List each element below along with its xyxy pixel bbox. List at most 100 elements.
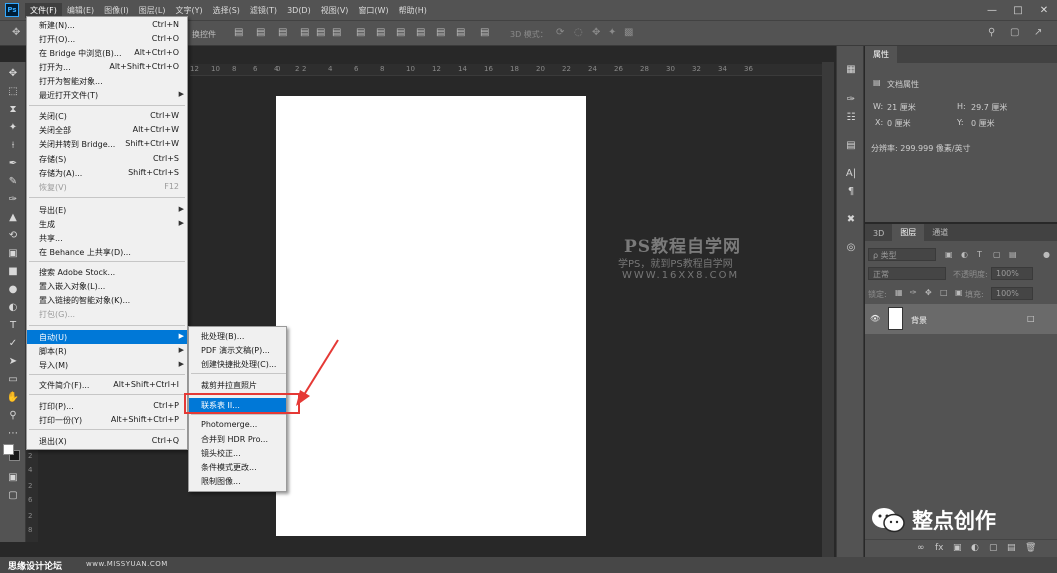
align-hcenter-icon[interactable]: ▤ [316,27,325,38]
submenu-item-create-droplet[interactable]: 创建快捷批处理(C)... [189,357,286,371]
menu-item-file-info[interactable]: 文件简介(F)... Alt+Shift+Ctrl+I [27,378,187,392]
menu-item-close[interactable]: 关闭(C) Ctrl+W [27,109,187,123]
lock-artboard-icon[interactable]: □ [940,288,948,297]
lock-transparent-icon[interactable]: ▦ [895,288,903,297]
eyedropper-tool-icon[interactable]: ✒ [4,156,22,171]
new-layer-icon[interactable]: ▤ [1007,543,1016,553]
history-panel-icon[interactable]: ▦ [843,62,859,76]
menu-item-search-stock[interactable]: 搜索 Adobe Stock... [27,265,187,279]
tab-properties[interactable]: 属性 [865,46,897,63]
clone-source-icon[interactable]: ▤ [843,138,859,152]
zoom-tool-icon[interactable]: ⚲ [4,408,22,423]
brush-panel-icon[interactable]: ✑ [843,92,859,106]
menu-filter[interactable]: 滤镜(T) [245,3,282,18]
share-icon[interactable]: ↗ [1034,27,1042,38]
x-value[interactable]: 0 厘米 [887,118,911,129]
workspace-icon[interactable]: ▢ [1010,27,1019,38]
3d-pan-icon[interactable]: ✥ [592,27,600,38]
width-value[interactable]: 21 厘米 [887,102,916,113]
menu-3d[interactable]: 3D(D) [282,4,316,17]
lasso-tool-icon[interactable]: ⧗ [4,102,22,117]
tool-presets-icon[interactable]: ✖ [843,212,859,226]
move-tool-icon[interactable]: ✥ [4,66,22,81]
brush-settings-icon[interactable]: ☷ [843,110,859,124]
filter-type-icon[interactable]: T [977,250,982,259]
submenu-item-fit-image[interactable]: 限制图像... [189,474,286,488]
vertical-scrollbar[interactable] [822,62,834,557]
more-tools-icon[interactable]: ⋯ [4,426,22,441]
3d-orbit-icon[interactable]: ⟳ [556,27,564,38]
menu-item-export[interactable]: 导出(E) ▶ [27,203,187,217]
align-right-icon[interactable]: ▤ [332,27,341,38]
menu-select[interactable]: 选择(S) [208,3,245,18]
filter-pixel-icon[interactable]: ▣ [945,250,953,259]
filter-shape-icon[interactable]: ▢ [993,250,1001,259]
lock-pixels-icon[interactable]: ✑ [910,288,917,297]
menu-item-close-all[interactable]: 关闭全部 Alt+Ctrl+W [27,123,187,137]
quick-select-tool-icon[interactable]: ✦ [4,120,22,135]
menu-item-print[interactable]: 打印(P)... Ctrl+P [27,399,187,413]
submenu-item-conditional-mode[interactable]: 条件模式更改... [189,460,286,474]
align-bottom-icon[interactable]: ▤ [278,27,287,38]
menu-item-open[interactable]: 打开(O)... Ctrl+O [27,32,187,46]
menu-item-share[interactable]: 共享... [27,231,187,245]
menu-item-recent[interactable]: 最近打开文件(T) ▶ [27,88,187,102]
quick-mask-icon[interactable]: ▣ [4,470,22,485]
3d-roll-icon[interactable]: ◌ [574,27,583,38]
pen-tool-icon[interactable]: ✓ [4,336,22,351]
healing-brush-icon[interactable]: ✎ [4,174,22,189]
link-layers-icon[interactable]: ∞ [917,543,925,553]
submenu-item-photomerge[interactable]: Photomerge... [189,418,286,432]
gradient-tool-icon[interactable]: ■ [4,264,22,279]
menu-help[interactable]: 帮助(H) [394,3,432,18]
foreground-color-swatch[interactable] [3,444,14,455]
3d-slide-icon[interactable]: ✦ [608,27,616,38]
layer-name[interactable]: 背景 [911,315,927,326]
menu-item-open-smart-object[interactable]: 打开为智能对象... [27,74,187,88]
distribute-right-icon[interactable]: ▤ [456,27,465,38]
menu-item-open-as[interactable]: 打开为... Alt+Shift+Ctrl+O [27,60,187,74]
layer-row-background[interactable]: 👁 背景 □ [865,304,1057,334]
submenu-item-merge-hdr[interactable]: 合并到 HDR Pro... [189,432,286,446]
distribute-bottom-icon[interactable]: ▤ [396,27,405,38]
menu-item-import[interactable]: 导入(M) ▶ [27,358,187,372]
menu-item-exit[interactable]: 退出(X) Ctrl+Q [27,434,187,448]
auto-align-icon[interactable]: ▤ [480,27,489,38]
eraser-tool-icon[interactable]: ▣ [4,246,22,261]
path-select-icon[interactable]: ➤ [4,354,22,369]
menu-item-save-as[interactable]: 存储为(A)... Shift+Ctrl+S [27,166,187,180]
height-value[interactable]: 29.7 厘米 [971,102,1007,113]
menu-item-scripts[interactable]: 脚本(R) ▶ [27,344,187,358]
3d-scale-icon[interactable]: ▩ [624,27,633,38]
stamp-tool-icon[interactable]: ▲ [4,210,22,225]
document-page[interactable] [276,96,586,536]
submenu-item-crop-straighten[interactable]: 裁剪并拉直照片 [189,378,286,392]
type-tool-icon[interactable]: T [4,318,22,333]
character-panel-icon[interactable]: A| [843,166,859,180]
move-tool-icon[interactable]: ✥ [12,27,20,38]
lock-all-icon[interactable]: ▣ [955,288,963,297]
distribute-left-icon[interactable]: ▤ [416,27,425,38]
search-icon[interactable]: ⚲ [988,27,995,38]
marquee-tool-icon[interactable]: ⬚ [4,84,22,99]
filter-toggle-icon[interactable]: ● [1043,250,1050,259]
shape-tool-icon[interactable]: ▭ [4,372,22,387]
opacity-input[interactable]: 100% [991,267,1033,280]
hand-tool-icon[interactable]: ✋ [4,390,22,405]
submenu-item-pdf-presentation[interactable]: PDF 演示文稿(P)... [189,343,286,357]
submenu-item-batch[interactable]: 批处理(B)... [189,329,286,343]
menu-item-close-go-bridge[interactable]: 关闭并转到 Bridge... Shift+Ctrl+W [27,137,187,151]
distribute-vcenter-icon[interactable]: ▤ [376,27,385,38]
align-top-icon[interactable]: ▤ [234,27,243,38]
menu-item-package[interactable]: 打包(G)... [27,307,187,321]
menu-item-place-linked[interactable]: 置入链接的智能对象(K)... [27,293,187,307]
tab-channels[interactable]: 通道 [924,224,956,241]
layer-filter-dropdown[interactable]: ρ 类型 [868,248,936,261]
tab-3d[interactable]: 3D [865,226,892,241]
menu-item-browse-bridge[interactable]: 在 Bridge 中浏览(B)... Alt+Ctrl+O [27,46,187,60]
brush-tool-icon[interactable]: ✑ [4,192,22,207]
menu-window[interactable]: 窗口(W) [353,3,393,18]
new-group-icon[interactable]: ▢ [989,543,998,553]
menu-item-automate[interactable]: 自动(U) ▶ [27,330,187,344]
menu-item-generate[interactable]: 生成 ▶ [27,217,187,231]
